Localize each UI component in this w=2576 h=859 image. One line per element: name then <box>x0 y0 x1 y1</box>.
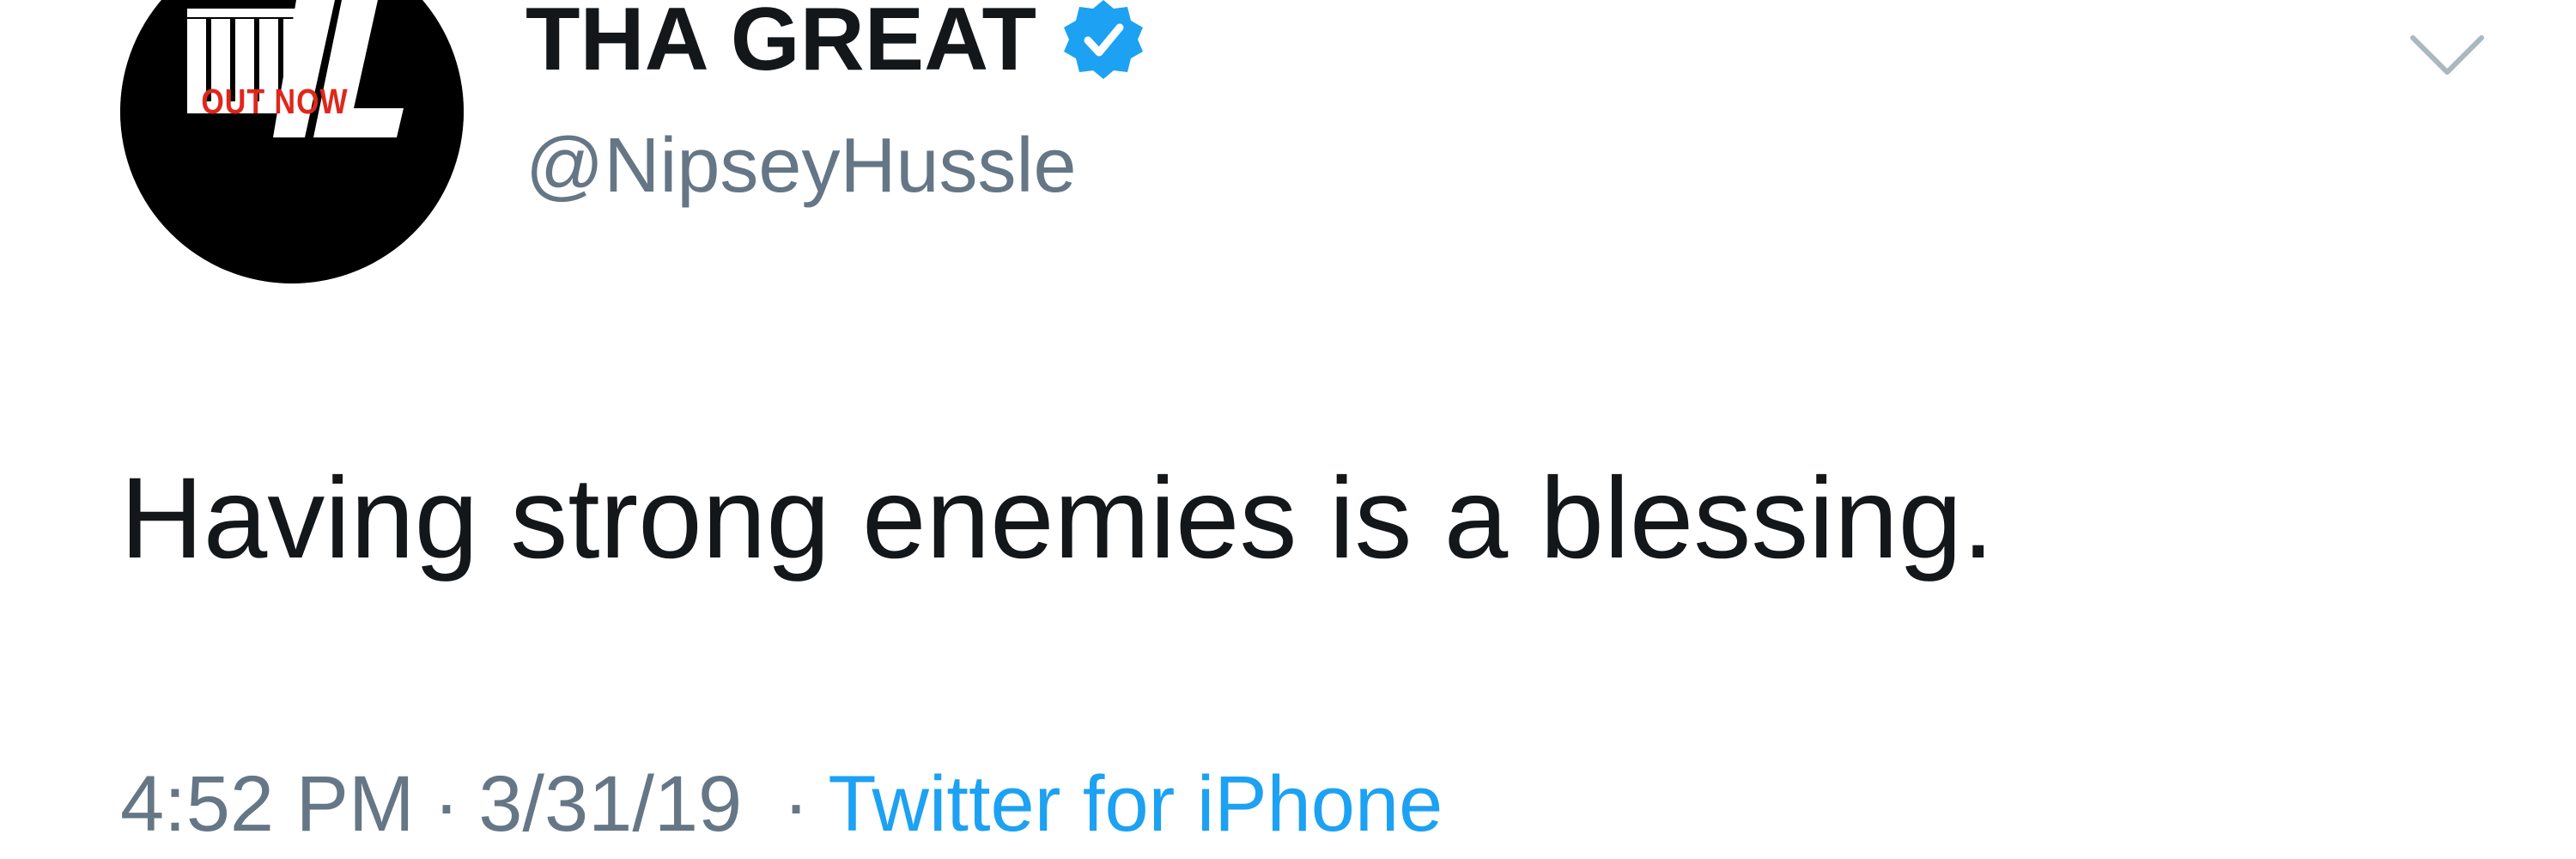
user-handle[interactable]: @NipseyHussle <box>526 127 1077 204</box>
chevron-down-icon <box>2410 35 2484 75</box>
tweet-menu-button[interactable] <box>2404 26 2490 86</box>
avatar-logo-icon <box>120 0 464 283</box>
tweet-card: OUT NOW THA GREAT @NipseyHussle Having s… <box>0 0 2576 859</box>
meta-separator: · <box>433 760 460 848</box>
verified-badge-icon <box>1064 0 1144 79</box>
tweet-time: 4:52 PM <box>120 760 415 848</box>
tweet-timestamp[interactable]: 4:52 PM · 3/31/19 <box>120 760 764 848</box>
tweet-source-link[interactable]: Twitter for iPhone <box>828 760 1443 848</box>
avatar[interactable]: OUT NOW <box>120 0 464 283</box>
display-name-text: THA GREAT <box>526 0 1037 89</box>
display-name[interactable]: THA GREAT <box>526 0 1146 84</box>
avatar-badge-text: OUT NOW <box>201 82 349 122</box>
meta-separator: · <box>782 760 810 848</box>
tweet-date: 3/31/19 <box>478 760 743 848</box>
tweet-metadata: 4:52 PM · 3/31/19 · Twitter for iPhone <box>120 765 1443 844</box>
tweet-text: Having strong enemies is a blessing. <box>120 454 1995 582</box>
